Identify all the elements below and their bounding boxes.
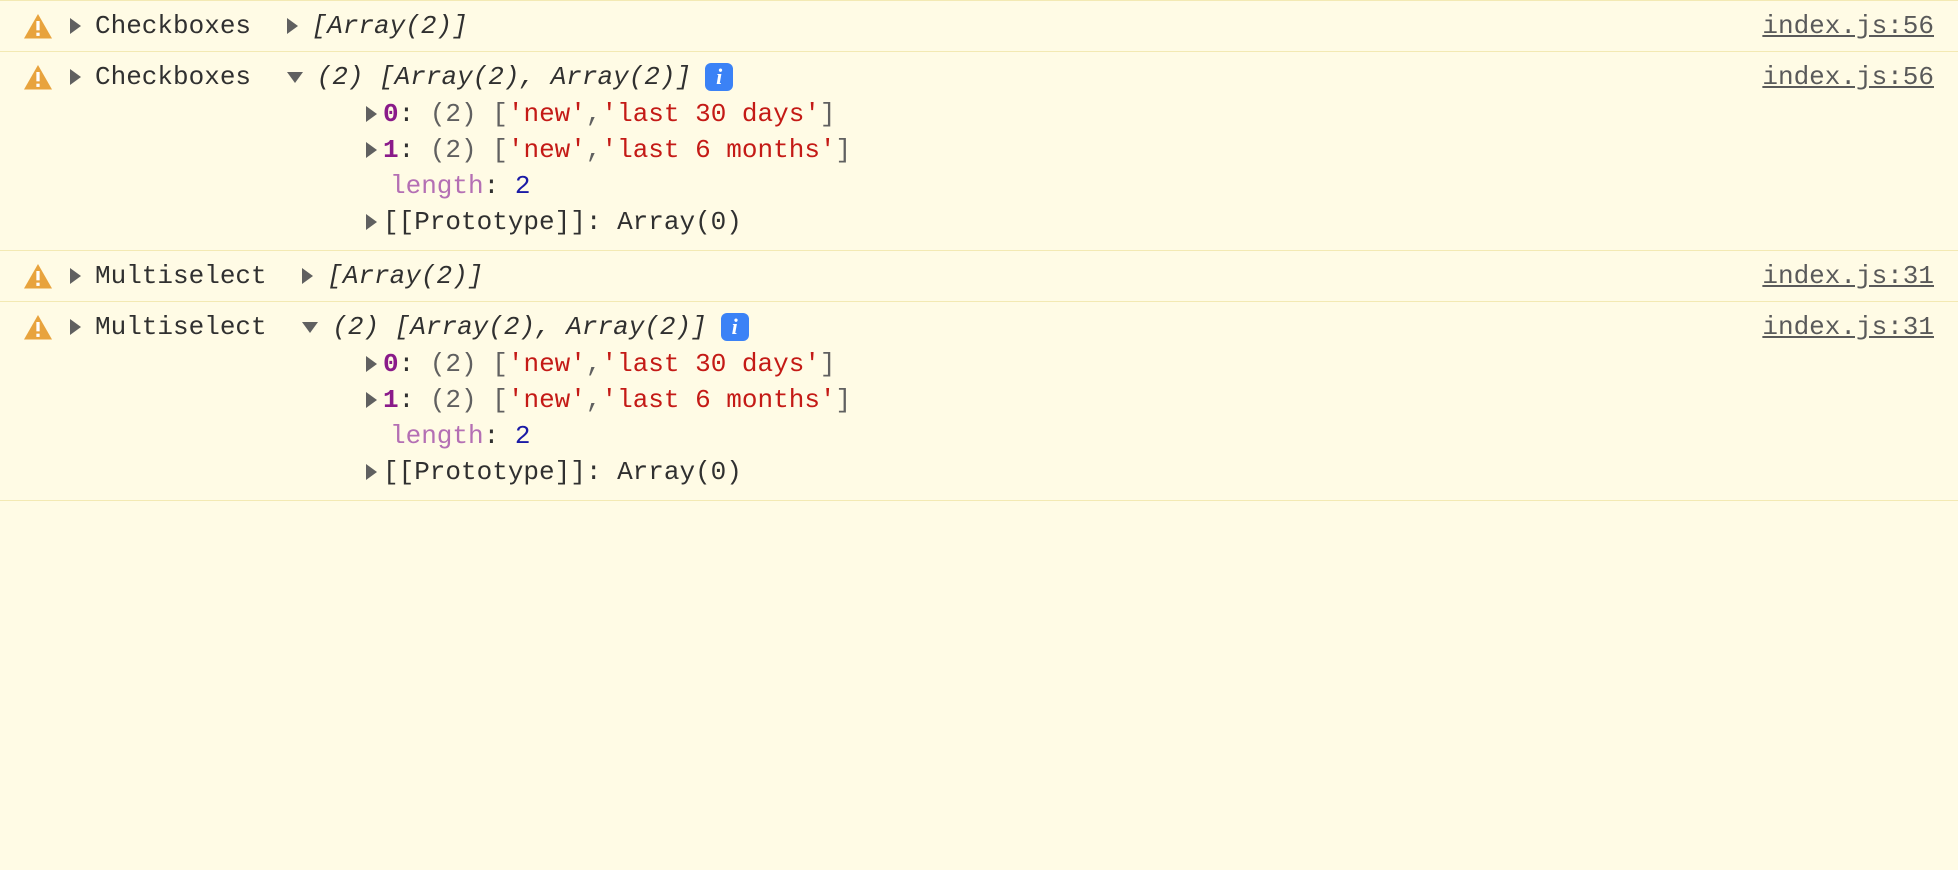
item-caret-icon[interactable] bbox=[366, 142, 377, 158]
item-count: (2) bbox=[430, 99, 477, 129]
info-icon[interactable]: i bbox=[705, 63, 733, 91]
summary-body: [Array(2), Array(2)] bbox=[379, 62, 691, 92]
array-item[interactable]: 1: (2) ['new', 'last 6 months'] bbox=[362, 382, 1934, 418]
item-count: (2) bbox=[430, 385, 477, 415]
warning-icon bbox=[24, 264, 52, 288]
info-icon[interactable]: i bbox=[721, 313, 749, 341]
object-summary[interactable]: (2) [Array(2), Array(2)] bbox=[317, 62, 691, 92]
item-caret-icon[interactable] bbox=[366, 464, 377, 480]
source-link[interactable]: index.js:31 bbox=[1762, 312, 1934, 342]
item-caret-icon[interactable] bbox=[366, 392, 377, 408]
source-link[interactable]: index.js:31 bbox=[1762, 261, 1934, 291]
object-expansion: 0: (2) ['new', 'last 30 days'] 1: (2) ['… bbox=[362, 96, 1934, 240]
string-value: 'new' bbox=[508, 99, 586, 129]
string-value: 'new' bbox=[508, 349, 586, 379]
log-label: Multiselect bbox=[95, 261, 267, 291]
prototype-label: [[Prototype]] bbox=[383, 457, 586, 487]
string-value: 'last 30 days' bbox=[601, 99, 819, 129]
item-index: 0 bbox=[383, 99, 399, 129]
console-warning-row: Multiselect (2) [Array(2), Array(2)] i i… bbox=[0, 301, 1958, 501]
item-caret-icon[interactable] bbox=[366, 214, 377, 230]
console-warning-row: Checkboxes (2) [Array(2), Array(2)] i in… bbox=[0, 51, 1958, 251]
item-count: (2) bbox=[430, 135, 477, 165]
array-item[interactable]: 1: (2) ['new', 'last 6 months'] bbox=[362, 132, 1934, 168]
object-caret-icon[interactable] bbox=[287, 18, 298, 34]
string-value: 'new' bbox=[508, 385, 586, 415]
expand-caret-icon[interactable] bbox=[70, 268, 81, 284]
summary-count: (2) bbox=[317, 62, 364, 92]
item-caret-icon[interactable] bbox=[366, 106, 377, 122]
summary-body: [Array(2), Array(2)] bbox=[395, 312, 707, 342]
item-index: 1 bbox=[383, 135, 399, 165]
array-item[interactable]: 0: (2) ['new', 'last 30 days'] bbox=[362, 96, 1934, 132]
prototype-property[interactable]: [[Prototype]]: Array(0) bbox=[362, 454, 1934, 490]
prototype-value: Array(0) bbox=[617, 457, 742, 487]
length-value: 2 bbox=[515, 421, 531, 451]
string-value: 'last 30 days' bbox=[601, 349, 819, 379]
string-value: 'new' bbox=[508, 135, 586, 165]
console-warning-row: Checkboxes [Array(2)] index.js:56 bbox=[0, 0, 1958, 52]
warning-icon bbox=[24, 65, 52, 89]
string-value: 'last 6 months' bbox=[601, 385, 835, 415]
expand-caret-icon[interactable] bbox=[70, 319, 81, 335]
item-caret-icon[interactable] bbox=[366, 356, 377, 372]
prototype-label: [[Prototype]] bbox=[383, 207, 586, 237]
object-summary[interactable]: [Array(2)] bbox=[312, 11, 468, 41]
log-label: Checkboxes bbox=[95, 62, 251, 92]
item-index: 0 bbox=[383, 349, 399, 379]
length-property: length: 2 bbox=[362, 418, 1934, 454]
array-item[interactable]: 0: (2) ['new', 'last 30 days'] bbox=[362, 346, 1934, 382]
length-property: length: 2 bbox=[362, 168, 1934, 204]
row-header: Checkboxes [Array(2)] bbox=[24, 11, 1934, 41]
summary-count: (2) bbox=[332, 312, 379, 342]
expand-caret-icon[interactable] bbox=[70, 18, 81, 34]
prototype-property[interactable]: [[Prototype]]: Array(0) bbox=[362, 204, 1934, 240]
row-header: Multiselect [Array(2)] bbox=[24, 261, 1934, 291]
row-header: Multiselect (2) [Array(2), Array(2)] i bbox=[24, 312, 1934, 342]
object-caret-icon[interactable] bbox=[302, 322, 318, 333]
expand-caret-icon[interactable] bbox=[70, 69, 81, 85]
log-label: Multiselect bbox=[95, 312, 267, 342]
length-label: length bbox=[390, 421, 484, 451]
source-link[interactable]: index.js:56 bbox=[1762, 11, 1934, 41]
log-label: Checkboxes bbox=[95, 11, 251, 41]
length-label: length bbox=[390, 171, 484, 201]
object-summary[interactable]: (2) [Array(2), Array(2)] bbox=[332, 312, 706, 342]
object-summary[interactable]: [Array(2)] bbox=[327, 261, 483, 291]
source-link[interactable]: index.js:56 bbox=[1762, 62, 1934, 92]
item-count: (2) bbox=[430, 349, 477, 379]
string-value: 'last 6 months' bbox=[601, 135, 835, 165]
object-expansion: 0: (2) ['new', 'last 30 days'] 1: (2) ['… bbox=[362, 346, 1934, 490]
length-value: 2 bbox=[515, 171, 531, 201]
object-caret-icon[interactable] bbox=[287, 72, 303, 83]
object-caret-icon[interactable] bbox=[302, 268, 313, 284]
warning-icon bbox=[24, 14, 52, 38]
prototype-value: Array(0) bbox=[617, 207, 742, 237]
console-warning-row: Multiselect [Array(2)] index.js:31 bbox=[0, 250, 1958, 302]
item-index: 1 bbox=[383, 385, 399, 415]
warning-icon bbox=[24, 315, 52, 339]
row-header: Checkboxes (2) [Array(2), Array(2)] i bbox=[24, 62, 1934, 92]
